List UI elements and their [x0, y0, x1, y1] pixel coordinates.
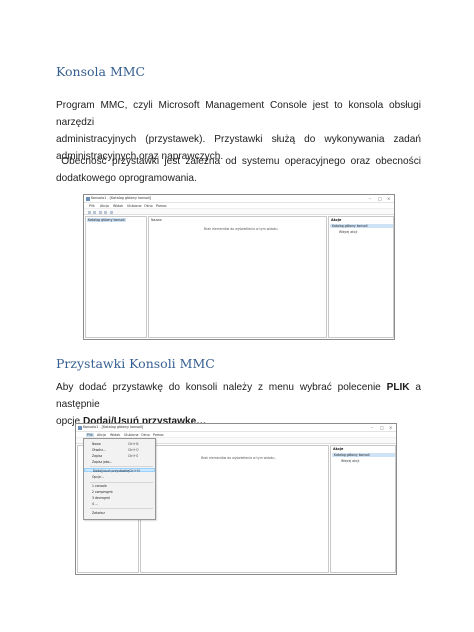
- menu-item-label: 4 ...: [92, 502, 98, 506]
- actions-selected-item[interactable]: Katalog główny konsoli: [330, 224, 393, 228]
- more-actions-link[interactable]: Więcej akcji: [341, 459, 359, 463]
- menu-separator: [90, 508, 153, 509]
- menu-widok[interactable]: Widok: [110, 433, 120, 437]
- file-menu-item-recent[interactable]: 2 compmgmt: [84, 490, 155, 494]
- menu-plik[interactable]: Plik: [89, 204, 95, 208]
- section-heading-przystawki: Przystawki Konsoli MMC: [56, 356, 215, 371]
- section-heading-konsola: Konsola MMC: [56, 64, 146, 79]
- file-menu-item-options[interactable]: Opcje...: [84, 475, 155, 479]
- close-icon[interactable]: ×: [387, 196, 390, 201]
- empty-view-message: Brak elementów do wyświetlenia w tym wid…: [204, 227, 279, 231]
- actions-selected-item[interactable]: Katalog główny konsoli: [332, 453, 395, 457]
- show-hide-tree-icon[interactable]: [104, 210, 107, 214]
- results-pane: Brak elementów do wyświetlenia w tym wid…: [140, 445, 329, 573]
- menu-item-label: 1 console: [92, 484, 107, 488]
- more-actions-link[interactable]: Więcej akcji: [339, 230, 357, 234]
- menu-item-label: Nowa: [92, 442, 101, 446]
- menu-item-label: Otwórz...: [92, 448, 106, 452]
- mmc-app-icon: [86, 197, 90, 201]
- paragraph-line: Obecność przystawki jest zależna od syst…: [56, 156, 421, 167]
- toolbar: [84, 209, 394, 215]
- mmc-window-file-menu-screenshot: Konsola1 - [Katalog główny konsoli] – □ …: [75, 423, 397, 575]
- file-menu-item-new[interactable]: Nowa Ctrl+N: [84, 442, 155, 446]
- file-menu-dropdown: Nowa Ctrl+N Otwórz... Ctrl+O Zapisz Ctrl+S …: [83, 438, 156, 520]
- actions-pane: Akcje Katalog główny konsoli Więcej akcj…: [328, 216, 394, 338]
- results-pane: Nazwa Brak elementów do wyświetlenia w t…: [148, 216, 327, 338]
- text-run: Aby dodać przystawkę do konsoli należy z…: [56, 382, 387, 393]
- menu-item-label: 3 devmgmt: [92, 496, 110, 500]
- tree-pane: Katalog główny konsoli: [85, 216, 147, 338]
- actions-header: Akcje: [333, 447, 344, 451]
- menu-widok[interactable]: Widok: [113, 204, 123, 208]
- maximize-icon[interactable]: □: [378, 196, 382, 201]
- menu-pomoc[interactable]: Pomoc: [156, 204, 167, 208]
- minimize-icon[interactable]: –: [369, 196, 371, 201]
- menu-okno[interactable]: Okno: [141, 433, 150, 437]
- help-icon[interactable]: [110, 210, 113, 214]
- paragraph-line: Program MMC, czyli Microsoft Management …: [56, 100, 421, 128]
- menu-pomoc[interactable]: Pomoc: [153, 433, 164, 437]
- menu-item-shortcut: Ctrl+S: [128, 454, 139, 458]
- menu-item-shortcut: Ctrl+N: [128, 442, 139, 446]
- paragraph-line: dodatkowego oprogramowania.: [56, 173, 197, 184]
- minimize-icon[interactable]: –: [371, 425, 373, 430]
- menu-okno[interactable]: Okno: [144, 204, 153, 208]
- column-header-name[interactable]: Nazwa: [151, 218, 162, 222]
- paragraph-line: administracyjnych (przystawek). Przystaw…: [56, 134, 421, 145]
- file-menu-item-save-as[interactable]: Zapisz jako...: [84, 460, 155, 464]
- file-menu-item-recent[interactable]: 1 console: [84, 484, 155, 488]
- file-menu-item-add-remove-snapin[interactable]: Dodaj/usuń przystawkę... Ctrl+M: [84, 468, 155, 473]
- menu-item-label: Zapisz jako...: [92, 460, 113, 464]
- close-icon[interactable]: ×: [389, 425, 392, 430]
- file-menu-item-recent[interactable]: 4 ...: [84, 502, 155, 506]
- menu-akcja[interactable]: Akcja: [100, 204, 109, 208]
- window-titlebar: Konsola1 - [Katalog główny konsoli] – □ …: [76, 424, 396, 432]
- menu-item-label: 2 compmgmt: [92, 490, 113, 494]
- menu-item-shortcut: Ctrl+O: [128, 448, 139, 452]
- maximize-icon[interactable]: □: [380, 425, 384, 430]
- up-icon[interactable]: [99, 210, 102, 214]
- menu-separator: [90, 466, 153, 467]
- tree-item-console-root[interactable]: Katalog główny konsoli: [87, 218, 126, 222]
- menu-item-shortcut: Ctrl+M: [129, 469, 140, 473]
- window-titlebar: Konsola1 - [Katalog główny konsoli] – □ …: [84, 195, 394, 203]
- menu-ulubione[interactable]: Ulubione: [127, 204, 142, 208]
- menu-akcja[interactable]: Akcja: [97, 433, 106, 437]
- empty-view-message: Brak elementów do wyświetlenia w tym wid…: [201, 456, 276, 460]
- file-menu-item-recent[interactable]: 3 devmgmt: [84, 496, 155, 500]
- file-menu-item-exit[interactable]: Zakończ: [84, 511, 155, 515]
- forward-icon[interactable]: [93, 210, 96, 214]
- file-menu-item-open[interactable]: Otwórz... Ctrl+O: [84, 448, 155, 452]
- paragraph-line: Aby dodać przystawkę do konsoli należy z…: [56, 379, 421, 413]
- menu-item-label: Zakończ: [92, 511, 105, 515]
- menu-item-label: Zapisz: [92, 454, 103, 458]
- menu-plik[interactable]: Plik: [86, 432, 94, 437]
- back-icon[interactable]: [88, 210, 91, 214]
- actions-header: Akcje: [331, 218, 342, 222]
- actions-pane: Akcje Katalog główny konsoli Więcej akcj…: [330, 445, 396, 573]
- menu-item-label: Opcje...: [92, 475, 104, 479]
- window-title: Konsola1 - [Katalog główny konsoli]: [83, 425, 144, 429]
- menu-ulubione[interactable]: Ulubione: [124, 433, 139, 437]
- mmc-app-icon: [78, 426, 82, 430]
- menu-item-label: Dodaj/usuń przystawkę...: [93, 469, 133, 473]
- file-menu-item-save[interactable]: Zapisz Ctrl+S: [84, 454, 155, 458]
- mmc-window-screenshot: Konsola1 - [Katalog główny konsoli] – □ …: [83, 194, 395, 340]
- window-title: Konsola1 - [Katalog główny konsoli]: [91, 196, 152, 200]
- paragraph-dependency: Obecność przystawki jest zależna od syst…: [56, 153, 421, 187]
- bold-text-plik: PLIK: [386, 382, 410, 393]
- menu-separator: [90, 482, 153, 483]
